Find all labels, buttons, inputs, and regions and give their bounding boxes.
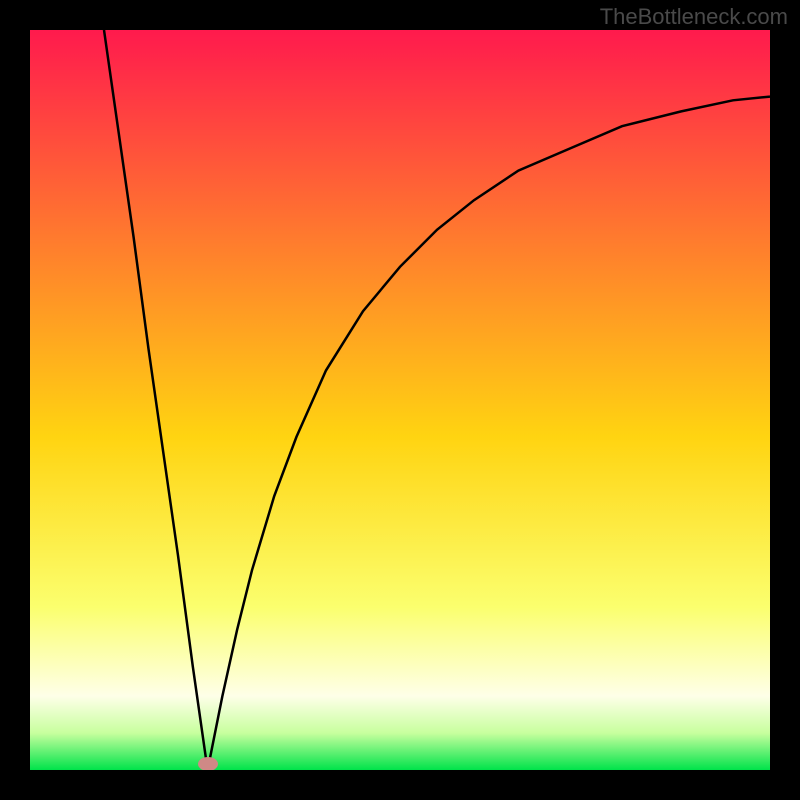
bottleneck-curve [30,30,770,770]
chart-frame: TheBottleneck.com [0,0,800,800]
plot-area [30,30,770,770]
minimum-point-marker [198,757,218,770]
watermark-text: TheBottleneck.com [600,4,788,30]
